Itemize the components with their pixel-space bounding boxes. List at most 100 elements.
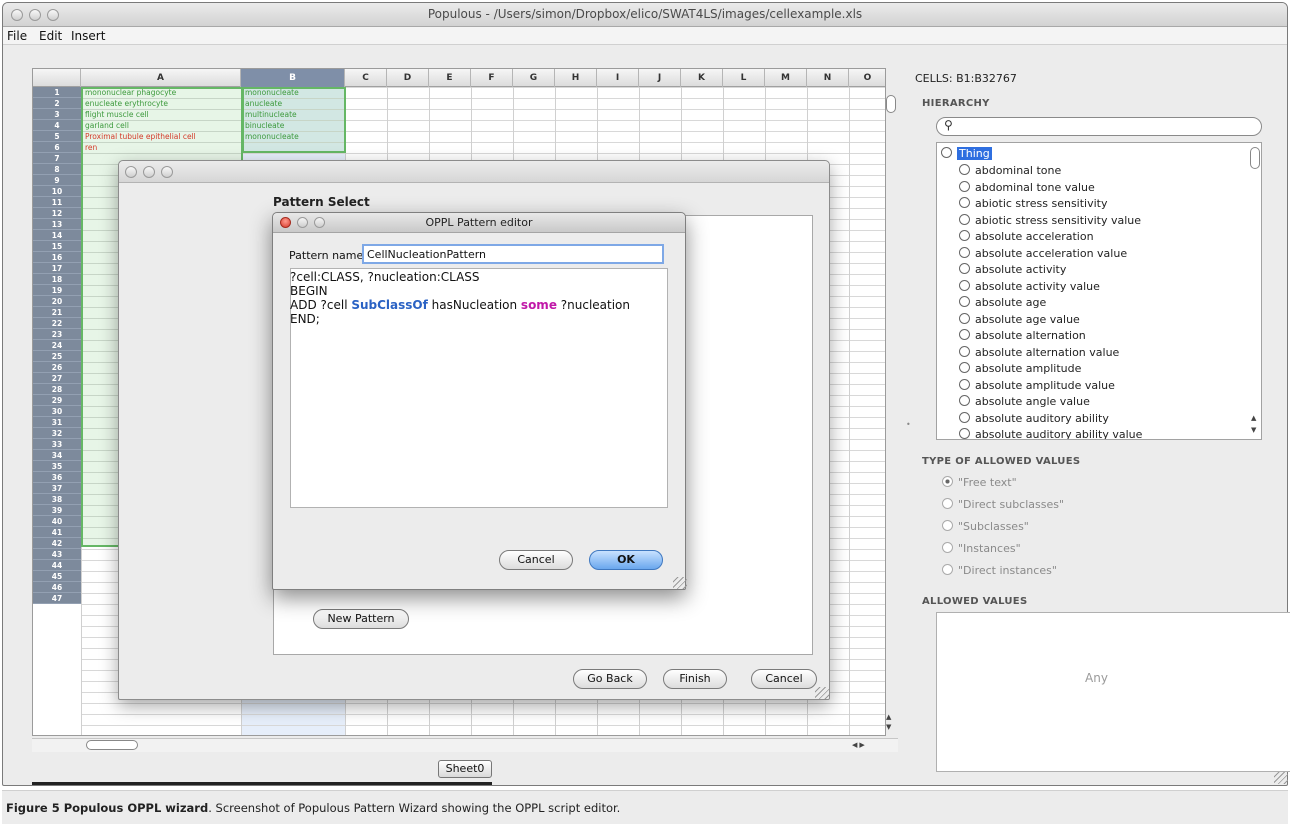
window-titlebar[interactable]: Populous - /Users/simon/Dropbox/elico/SW…: [3, 3, 1287, 27]
row-header[interactable]: 39: [33, 505, 81, 516]
tree-item[interactable]: abiotic stress sensitivity value: [959, 213, 1141, 227]
row-header[interactable]: 22: [33, 318, 81, 329]
row-header[interactable]: 16: [33, 252, 81, 263]
row-header[interactable]: 1: [33, 87, 81, 98]
menu-edit[interactable]: Edit: [39, 29, 62, 43]
new-pattern-button[interactable]: New Pattern: [313, 609, 409, 629]
column-header-i[interactable]: I: [597, 69, 639, 87]
row-header[interactable]: 13: [33, 219, 81, 230]
table-cell[interactable]: anucleate: [245, 98, 343, 109]
row-header[interactable]: 47: [33, 593, 81, 604]
tree-item[interactable]: absolute amplitude value: [959, 378, 1115, 392]
radio-icon[interactable]: [959, 230, 970, 241]
column-header-k[interactable]: K: [681, 69, 723, 87]
tree-item[interactable]: absolute angle value: [959, 395, 1090, 408]
resize-grip-icon[interactable]: [1274, 772, 1288, 784]
radio-icon[interactable]: [959, 312, 970, 324]
allowed-type-option[interactable]: "Free text": [942, 476, 1017, 489]
radio-icon[interactable]: [959, 263, 970, 274]
row-header[interactable]: 24: [33, 340, 81, 351]
pattern-name-input[interactable]: [362, 244, 664, 264]
editor-cancel-button[interactable]: Cancel: [499, 550, 573, 570]
row-header[interactable]: 37: [33, 483, 81, 494]
column-header-n[interactable]: N: [807, 69, 849, 87]
row-header[interactable]: 7: [33, 153, 81, 164]
column-header-e[interactable]: E: [429, 69, 471, 87]
radio-icon[interactable]: [959, 378, 970, 390]
column-header-g[interactable]: G: [513, 69, 555, 87]
hierarchy-tree[interactable]: Thing abdominal tone abdominal tone value…: [936, 142, 1262, 440]
hierarchy-search-input[interactable]: [936, 117, 1262, 136]
menu-file[interactable]: File: [7, 29, 27, 43]
tree-item[interactable]: absolute auditory ability: [959, 411, 1109, 425]
row-header[interactable]: 28: [33, 384, 81, 395]
tree-item-root[interactable]: Thing: [941, 147, 992, 160]
tree-item[interactable]: absolute amplitude: [959, 362, 1081, 375]
tree-item[interactable]: absolute alternation: [959, 329, 1086, 342]
row-header[interactable]: 34: [33, 450, 81, 461]
row-header[interactable]: 9: [33, 175, 81, 186]
row-header[interactable]: 5: [33, 131, 81, 142]
row-header[interactable]: 2: [33, 98, 81, 109]
sheet-vertical-scroll-thumb[interactable]: [886, 95, 896, 113]
sheet-tab[interactable]: Sheet0: [438, 760, 492, 778]
row-header[interactable]: 41: [33, 527, 81, 538]
tree-item[interactable]: abdominal tone: [959, 164, 1061, 177]
sheet-horizontal-scroll-thumb[interactable]: [86, 740, 138, 750]
tree-item[interactable]: absolute activity value: [959, 279, 1100, 293]
row-header[interactable]: 31: [33, 417, 81, 428]
radio-icon[interactable]: [959, 164, 970, 175]
row-header[interactable]: 29: [33, 395, 81, 406]
sheet-horizontal-scroll-arrows[interactable]: ◀▶: [852, 741, 867, 749]
row-header[interactable]: 36: [33, 472, 81, 483]
radio-icon[interactable]: [959, 329, 970, 340]
row-header[interactable]: 3: [33, 109, 81, 120]
allowed-type-option[interactable]: "Direct instances": [942, 564, 1057, 577]
column-header-m[interactable]: M: [765, 69, 807, 87]
row-header[interactable]: 12: [33, 208, 81, 219]
row-header[interactable]: 21: [33, 307, 81, 318]
radio-icon[interactable]: [959, 180, 970, 192]
row-header[interactable]: 18: [33, 274, 81, 285]
minimize-dialog-icon[interactable]: [143, 166, 155, 178]
column-header-o[interactable]: O: [849, 69, 885, 87]
row-header[interactable]: 45: [33, 571, 81, 582]
row-header[interactable]: 43: [33, 549, 81, 560]
radio-icon[interactable]: [959, 411, 970, 423]
row-header[interactable]: 23: [33, 329, 81, 340]
tree-item[interactable]: abdominal tone value: [959, 180, 1095, 194]
radio-icon[interactable]: [942, 542, 953, 553]
sheet-horizontal-scrollbar[interactable]: [32, 738, 898, 752]
column-header-c[interactable]: C: [345, 69, 387, 87]
radio-icon[interactable]: [942, 564, 953, 575]
tree-item[interactable]: absolute age value: [959, 312, 1080, 326]
radio-icon[interactable]: [959, 362, 970, 373]
table-cell[interactable]: mononucleate: [245, 87, 343, 98]
table-cell[interactable]: enucleate erythrocyte: [85, 98, 239, 109]
row-header[interactable]: 14: [33, 230, 81, 241]
table-cell[interactable]: mononuclear phagocyte: [85, 87, 239, 98]
column-header-f[interactable]: F: [471, 69, 513, 87]
table-cell[interactable]: ren: [85, 142, 239, 153]
sheet-vertical-scroll-arrows[interactable]: ▲ ▼: [886, 712, 891, 732]
column-header-a[interactable]: A: [81, 69, 241, 87]
row-header[interactable]: 6: [33, 142, 81, 153]
tree-item[interactable]: absolute age: [959, 296, 1046, 309]
allowed-values-box[interactable]: [936, 612, 1290, 772]
tree-item[interactable]: abiotic stress sensitivity: [959, 197, 1108, 210]
menu-insert[interactable]: Insert: [71, 29, 105, 43]
row-header[interactable]: 8: [33, 164, 81, 175]
row-header[interactable]: 10: [33, 186, 81, 197]
radio-icon[interactable]: [959, 296, 970, 307]
row-header[interactable]: 11: [33, 197, 81, 208]
tree-item[interactable]: absolute alternation value: [959, 345, 1119, 359]
wizard-cancel-button[interactable]: Cancel: [751, 669, 817, 689]
row-header[interactable]: 15: [33, 241, 81, 252]
row-header[interactable]: 4: [33, 120, 81, 131]
radio-icon[interactable]: [959, 345, 970, 357]
column-header-j[interactable]: J: [639, 69, 681, 87]
row-header[interactable]: 32: [33, 428, 81, 439]
row-header[interactable]: 44: [33, 560, 81, 571]
column-header-h[interactable]: H: [555, 69, 597, 87]
tree-scroll-arrows[interactable]: ▲ ▼: [1251, 412, 1256, 436]
